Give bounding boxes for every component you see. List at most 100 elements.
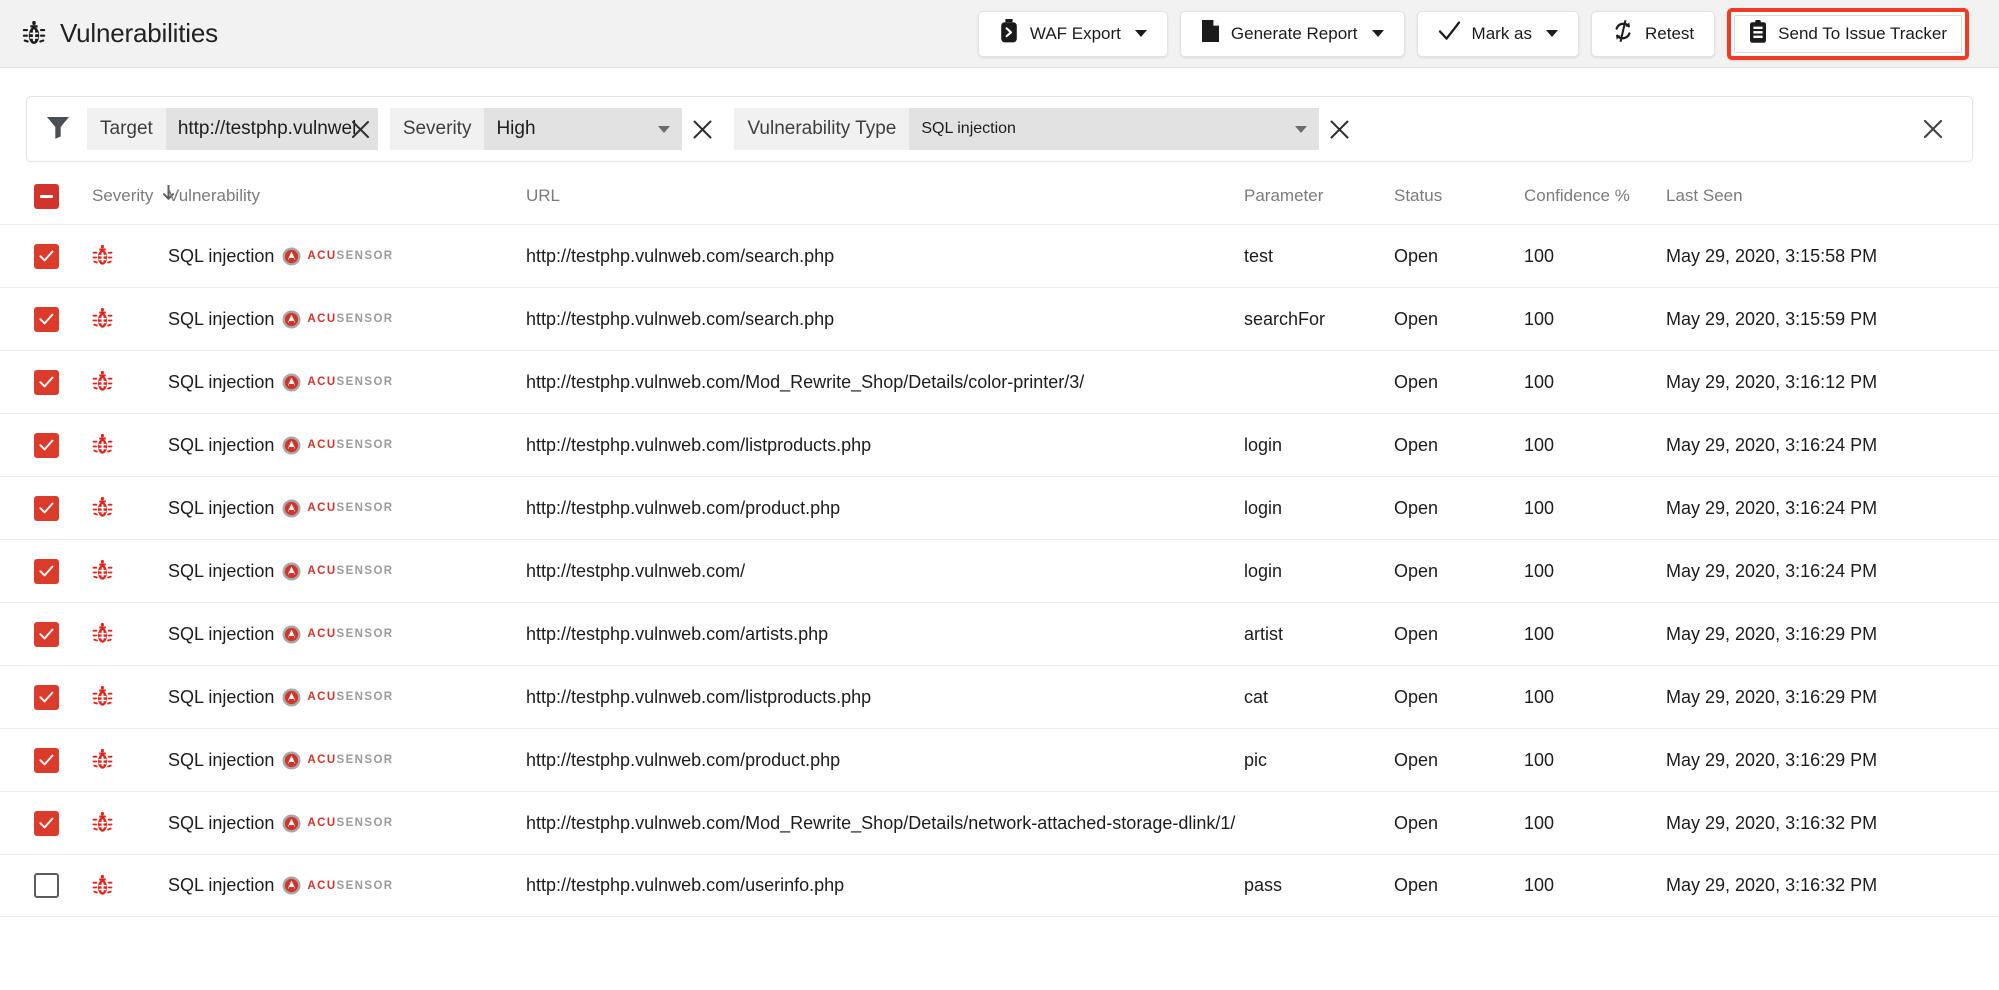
acusensor-badge: ACUSENSOR bbox=[282, 373, 393, 392]
row-confidence: 100 bbox=[1524, 434, 1555, 455]
column-header-parameter[interactable]: Parameter bbox=[1244, 186, 1394, 206]
column-header-confidence[interactable]: Confidence % bbox=[1524, 186, 1666, 206]
page-title-group: Vulnerabilities bbox=[22, 18, 218, 49]
filter-target-clear-icon[interactable] bbox=[346, 108, 376, 150]
filter-vulnerability-type-clear-icon[interactable] bbox=[1319, 108, 1359, 150]
row-select-cell bbox=[0, 810, 92, 836]
acusensor-text-a: ACU bbox=[307, 691, 337, 703]
row-vulnerability-cell: SQL injection ACUSENSOR bbox=[168, 498, 526, 519]
acusensor-badge: ACUSENSOR bbox=[282, 247, 393, 266]
table-row[interactable]: SQL injection ACUSENSOR http://testphp.v… bbox=[0, 476, 1999, 539]
acusensor-logo-icon bbox=[282, 499, 301, 518]
row-vulnerability-name: SQL injection bbox=[168, 434, 275, 455]
row-vulnerability-cell: SQL injection ACUSENSOR bbox=[168, 435, 526, 456]
send-to-issue-tracker-button[interactable]: Send To Issue Tracker bbox=[1734, 14, 1962, 53]
row-select-cell bbox=[0, 621, 92, 647]
row-checkbox[interactable] bbox=[33, 810, 59, 836]
filter-vulnerability-type-value[interactable]: SQL injection bbox=[909, 108, 1320, 150]
table-row[interactable]: SQL injection ACUSENSOR http://testphp.v… bbox=[0, 728, 1999, 791]
retest-button[interactable]: Retest bbox=[1591, 10, 1716, 57]
waf-export-button[interactable]: WAF Export bbox=[977, 10, 1168, 57]
row-checkbox[interactable] bbox=[33, 306, 59, 332]
column-header-severity[interactable]: Severity bbox=[92, 184, 175, 207]
table-row[interactable]: SQL injection ACUSENSOR http://testphp.v… bbox=[0, 791, 1999, 854]
chevron-down-icon bbox=[1134, 30, 1147, 37]
acusensor-badge: ACUSENSOR bbox=[282, 562, 393, 581]
generate-report-button[interactable]: Generate Report bbox=[1179, 10, 1405, 57]
row-status: Open bbox=[1394, 308, 1439, 329]
column-header-vulnerability[interactable]: Vulnerability bbox=[168, 186, 526, 206]
row-vulnerability-name: SQL injection bbox=[168, 812, 275, 833]
row-select-cell bbox=[0, 243, 92, 269]
chevron-down-icon bbox=[658, 125, 671, 133]
select-all-checkbox[interactable] bbox=[33, 183, 59, 209]
row-checkbox[interactable] bbox=[33, 432, 59, 458]
row-checkbox[interactable] bbox=[33, 621, 59, 647]
red-bug-icon bbox=[92, 245, 113, 267]
table-row[interactable]: SQL injection ACUSENSOR http://testphp.v… bbox=[0, 854, 1999, 917]
row-last-seen: May 29, 2020, 3:16:29 PM bbox=[1666, 623, 1878, 644]
red-bug-icon bbox=[92, 560, 113, 582]
row-severity-cell bbox=[92, 623, 168, 645]
table-row[interactable]: SQL injection ACUSENSOR http://testphp.v… bbox=[0, 602, 1999, 665]
filter-severity-value[interactable]: High bbox=[484, 108, 683, 150]
column-header-confidence-label: Confidence % bbox=[1524, 186, 1630, 205]
column-header-status[interactable]: Status bbox=[1394, 186, 1524, 206]
acusensor-logo-icon bbox=[282, 562, 301, 581]
row-url: http://testphp.vulnweb.com/Mod_Rewrite_S… bbox=[526, 812, 1236, 833]
row-parameter: pic bbox=[1244, 749, 1268, 770]
row-confidence: 100 bbox=[1524, 749, 1555, 770]
table-row[interactable]: SQL injection ACUSENSOR http://testphp.v… bbox=[0, 665, 1999, 728]
row-parameter: login bbox=[1244, 434, 1283, 455]
row-last-seen: May 29, 2020, 3:15:58 PM bbox=[1666, 245, 1878, 266]
table-row[interactable]: SQL injection ACUSENSOR http://testphp.v… bbox=[0, 539, 1999, 602]
filter-chip-list: Target http://testphp.vulnwel Severity H… bbox=[87, 108, 1359, 150]
red-bug-icon bbox=[92, 749, 113, 771]
filter-chip-severity[interactable]: Severity High bbox=[389, 108, 723, 150]
table-row[interactable]: SQL injection ACUSENSOR http://testphp.v… bbox=[0, 287, 1999, 350]
row-confidence: 100 bbox=[1524, 308, 1555, 329]
generate-report-label: Generate Report bbox=[1230, 23, 1358, 43]
row-last-seen: May 29, 2020, 3:16:29 PM bbox=[1666, 686, 1878, 707]
acusensor-text-b: SENSOR bbox=[336, 691, 394, 703]
row-vulnerability-cell: SQL injection ACUSENSOR bbox=[168, 813, 526, 834]
clear-all-filters-icon[interactable] bbox=[1910, 106, 1956, 152]
table-row[interactable]: SQL injection ACUSENSOR http://testphp.v… bbox=[0, 224, 1999, 287]
row-url: http://testphp.vulnweb.com/Mod_Rewrite_S… bbox=[526, 371, 1085, 392]
acusensor-text-b: SENSOR bbox=[336, 250, 394, 262]
row-checkbox[interactable] bbox=[33, 369, 59, 395]
red-bug-icon bbox=[92, 874, 113, 897]
column-header-url[interactable]: URL bbox=[526, 186, 1244, 206]
row-parameter: test bbox=[1244, 245, 1274, 266]
row-select-cell bbox=[0, 873, 92, 898]
row-parameter: artist bbox=[1244, 623, 1284, 644]
row-vulnerability-name: SQL injection bbox=[168, 623, 275, 644]
row-parameter: searchFor bbox=[1244, 308, 1326, 329]
table-row[interactable]: SQL injection ACUSENSOR http://testphp.v… bbox=[0, 350, 1999, 413]
row-checkbox[interactable] bbox=[33, 684, 59, 710]
table-row[interactable]: SQL injection ACUSENSOR http://testphp.v… bbox=[0, 413, 1999, 476]
row-vulnerability-cell: SQL injection ACUSENSOR bbox=[168, 246, 526, 267]
row-status: Open bbox=[1394, 749, 1439, 770]
filter-chip-target[interactable]: Target http://testphp.vulnwel bbox=[87, 108, 378, 150]
row-status: Open bbox=[1394, 560, 1439, 581]
acusensor-text-b: SENSOR bbox=[336, 313, 394, 325]
mark-as-button[interactable]: Mark as bbox=[1416, 10, 1580, 57]
filter-severity-key: Severity bbox=[389, 108, 485, 150]
row-vulnerability-cell: SQL injection ACUSENSOR bbox=[168, 372, 526, 393]
filter-chip-vulnerability-type[interactable]: Vulnerability Type SQL injection bbox=[734, 108, 1359, 150]
row-url: http://testphp.vulnweb.com/userinfo.php bbox=[526, 875, 845, 895]
row-checkbox[interactable] bbox=[33, 873, 59, 898]
row-status: Open bbox=[1394, 434, 1439, 455]
row-status: Open bbox=[1394, 245, 1439, 266]
column-header-last-seen[interactable]: Last Seen bbox=[1666, 186, 1999, 206]
row-checkbox[interactable] bbox=[33, 747, 59, 773]
row-checkbox[interactable] bbox=[33, 243, 59, 269]
filter-severity-clear-icon[interactable] bbox=[682, 108, 722, 150]
row-checkbox[interactable] bbox=[33, 495, 59, 521]
row-confidence: 100 bbox=[1524, 875, 1555, 895]
indeterminate-dash-icon bbox=[39, 194, 53, 198]
acusensor-logo-icon bbox=[282, 814, 301, 833]
row-checkbox[interactable] bbox=[33, 558, 59, 584]
row-url: http://testphp.vulnweb.com/ bbox=[526, 560, 746, 581]
